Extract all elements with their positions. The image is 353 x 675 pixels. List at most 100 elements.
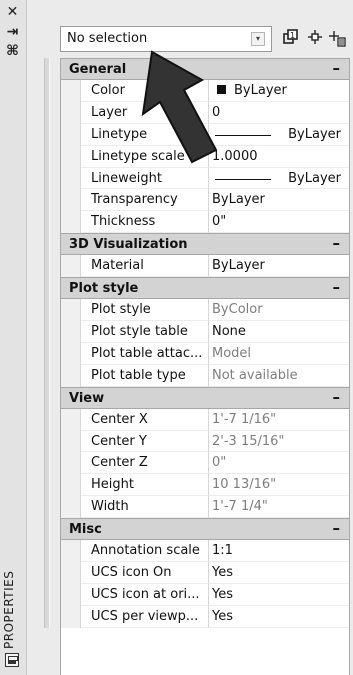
property-name: Center X	[91, 411, 148, 427]
property-value-cell[interactable]: Yes	[209, 562, 349, 584]
close-icon[interactable]: ✕	[4, 4, 21, 21]
property-name: Material	[91, 258, 144, 274]
property-value-cell[interactable]: 10 13/16"	[209, 474, 349, 497]
svg-text:1: 1	[290, 31, 295, 40]
property-row[interactable]: Center Z 0"	[61, 452, 349, 475]
property-row[interactable]: Linetype scale 1.0000	[61, 145, 349, 168]
property-name-cell: Annotation scale	[81, 540, 209, 563]
row-gutter	[61, 101, 81, 124]
property-row[interactable]: Material ByLayer	[61, 255, 349, 278]
property-name-cell: Plot style	[81, 299, 209, 322]
row-gutter	[61, 474, 81, 497]
property-row[interactable]: Transparency ByLayer	[61, 189, 349, 212]
toggle-pickadd-icon[interactable]: 1	[280, 28, 302, 50]
category-header[interactable]: View –	[61, 386, 349, 409]
auto-hide-icon[interactable]: ⇥	[4, 24, 21, 41]
palette-title-strip[interactable]: ✕ ⇥ ⌘ PROPERTIES	[0, 0, 27, 675]
chevron-down-icon[interactable]: ▾	[251, 32, 265, 46]
property-value-cell[interactable]: Not available	[209, 365, 349, 387]
property-name: Plot table attac...	[91, 345, 203, 361]
linetype-preview	[215, 134, 271, 136]
property-value-cell[interactable]: ByLayer	[209, 255, 349, 278]
property-value-cell[interactable]: 2'-3 15/16"	[209, 431, 349, 453]
property-name: UCS per viewp...	[91, 608, 199, 624]
collapse-icon[interactable]: –	[333, 388, 341, 406]
property-value-cell[interactable]: Yes	[209, 584, 349, 606]
property-row[interactable]: Height 10 13/16"	[61, 474, 349, 497]
row-gutter	[61, 540, 81, 563]
property-value-wrap: Yes	[212, 565, 233, 580]
property-value-cell[interactable]: 1.0000	[209, 146, 349, 168]
select-objects-icon[interactable]	[304, 28, 326, 50]
category-header[interactable]: Misc –	[61, 518, 349, 541]
property-name-cell: Linetype	[81, 123, 209, 146]
property-grid: General – Color ByLayer Layer 0 Linetype ByLaye…	[60, 58, 350, 675]
property-value-cell[interactable]: Yes	[209, 606, 349, 628]
property-value-cell[interactable]: 1:1	[209, 540, 349, 563]
property-value-wrap: 1'-7 1/16"	[212, 412, 276, 427]
property-row[interactable]: Annotation scale 1:1	[61, 540, 349, 563]
property-row[interactable]: Plot table type Not available	[61, 364, 349, 387]
property-row[interactable]: Plot style ByColor	[61, 299, 349, 322]
property-value-wrap: 0	[212, 105, 220, 120]
property-name: Height	[91, 477, 134, 493]
row-gutter	[61, 430, 81, 453]
property-value: 0	[212, 104, 221, 120]
property-name-cell: UCS icon On	[81, 562, 209, 584]
property-value-wrap: Yes	[212, 609, 233, 624]
property-value-cell[interactable]: ByLayer	[209, 80, 349, 102]
property-value-cell[interactable]: 1'-7 1/4"	[209, 496, 349, 519]
property-name-cell: Height	[81, 474, 209, 497]
property-row[interactable]: Center X 1'-7 1/16"	[61, 408, 349, 431]
property-value: 10 13/16"	[212, 477, 277, 493]
property-row[interactable]: Thickness 0"	[61, 211, 349, 234]
property-row[interactable]: Layer 0	[61, 101, 349, 124]
property-name: Annotation scale	[91, 543, 200, 559]
property-value: ByLayer	[234, 83, 287, 98]
property-value-wrap: 1:1	[212, 543, 233, 558]
property-value: Not available	[212, 367, 298, 383]
property-row[interactable]: Width 1'-7 1/4"	[61, 496, 349, 519]
collapse-icon[interactable]: –	[333, 519, 341, 537]
category-header[interactable]: General –	[61, 58, 349, 80]
property-row[interactable]: Color ByLayer	[61, 80, 349, 102]
property-name-cell: Plot table type	[81, 364, 209, 387]
property-value-cell[interactable]: ByLayer	[209, 124, 349, 146]
property-name: Linetype	[91, 126, 148, 142]
property-value-cell[interactable]: 1'-7 1/16"	[209, 409, 349, 431]
category-header[interactable]: 3D Visualization –	[61, 233, 349, 256]
properties-palette-icon	[5, 653, 19, 667]
property-name-cell: Center X	[81, 408, 209, 431]
row-gutter	[61, 167, 81, 190]
property-name-cell: Material	[81, 255, 209, 278]
property-value-cell[interactable]: 0"	[209, 211, 349, 234]
property-value-wrap: ByLayer	[212, 258, 265, 273]
quick-select-icon[interactable]	[326, 28, 348, 50]
property-value-cell[interactable]: ByLayer	[209, 189, 349, 212]
properties-settings-icon[interactable]: ⌘	[4, 43, 21, 60]
collapse-icon[interactable]: –	[333, 234, 341, 252]
property-value-cell[interactable]: ByLayer	[209, 168, 349, 190]
property-value-cell[interactable]: ByColor	[209, 299, 349, 322]
property-row[interactable]: UCS icon at ori... Yes	[61, 583, 349, 606]
property-value-cell[interactable]: 0	[209, 102, 349, 124]
property-row[interactable]: Plot table attac... Model	[61, 342, 349, 365]
property-row[interactable]: Linetype ByLayer	[61, 123, 349, 146]
property-name-cell: Linetype scale	[81, 145, 209, 168]
property-value-cell[interactable]: Model	[209, 343, 349, 365]
property-row[interactable]: Center Y 2'-3 15/16"	[61, 430, 349, 453]
collapse-icon[interactable]: –	[333, 59, 341, 77]
category-header[interactable]: Plot style –	[61, 277, 349, 300]
property-value-cell[interactable]: 0"	[209, 452, 349, 475]
category-label: 3D Visualization	[69, 237, 188, 253]
property-value-cell[interactable]: None	[209, 321, 349, 343]
palette-title: PROPERTIES	[2, 570, 16, 650]
property-row[interactable]: Plot style table None	[61, 321, 349, 343]
palette-resize-bar[interactable]	[44, 58, 50, 628]
selection-dropdown[interactable]: No selection ▾	[60, 26, 272, 52]
property-row[interactable]: Lineweight ByLayer	[61, 167, 349, 190]
property-row[interactable]: UCS per viewp... Yes	[61, 605, 349, 628]
collapse-icon[interactable]: –	[333, 278, 341, 296]
property-row[interactable]: UCS icon On Yes	[61, 562, 349, 584]
property-value-wrap: 0"	[212, 455, 226, 470]
